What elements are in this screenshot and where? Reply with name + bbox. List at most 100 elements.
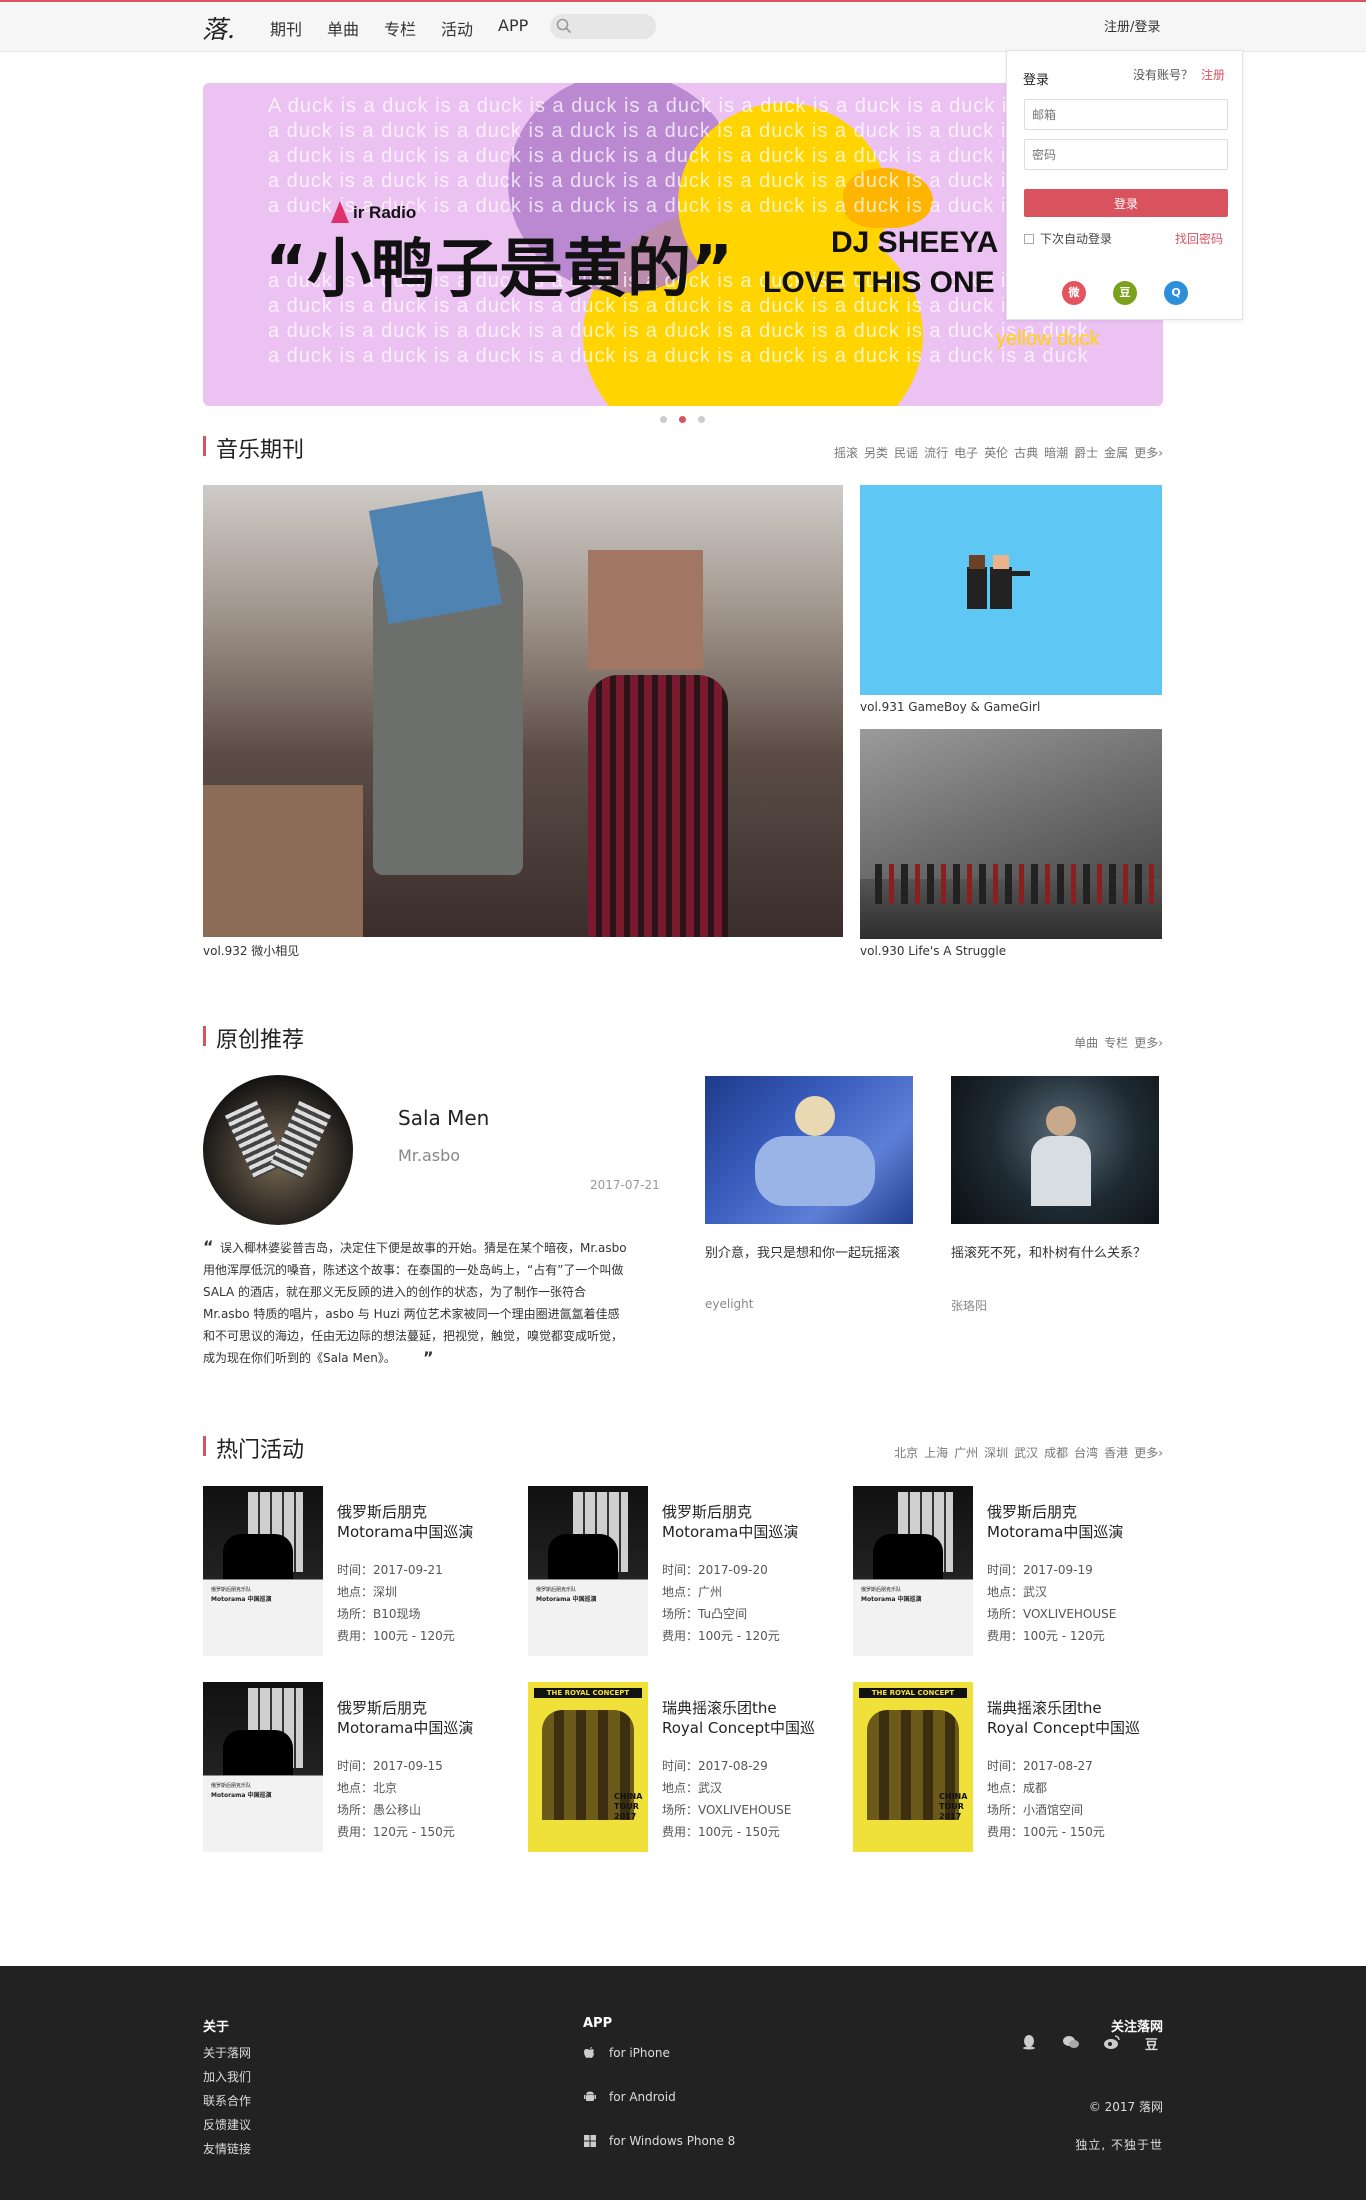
- cover-detail: [269, 1100, 332, 1180]
- poster-text: 俄罗斯后朋克乐队: [861, 1587, 902, 1593]
- quote-open-icon: “: [203, 1237, 214, 1256]
- event-poster[interactable]: 俄罗斯后朋克乐队 Motorama 中国巡演: [528, 1486, 648, 1656]
- featured-cover[interactable]: [203, 1075, 353, 1225]
- music-genre-links: 摇滚 另类 民谣 流行 电子 英伦 古典 暗潮 爵士 金属 更多›: [834, 444, 1163, 461]
- event-poster[interactable]: THE ROYAL CONCEPT CHINA TOUR 2017: [853, 1682, 973, 1852]
- issue-caption-931[interactable]: vol.931 GameBoy & GameGirl: [860, 700, 1040, 714]
- city-link[interactable]: 成都: [1044, 1444, 1068, 1461]
- genre-link[interactable]: 英伦: [984, 444, 1008, 461]
- event-title[interactable]: 俄罗斯后朋克 Motorama中国巡演: [662, 1502, 838, 1542]
- event-poster[interactable]: 俄罗斯后朋克乐队 Motorama 中国巡演: [203, 1486, 323, 1656]
- city-link[interactable]: 更多›: [1134, 1444, 1163, 1461]
- genre-link[interactable]: 古典: [1014, 444, 1038, 461]
- qq-icon[interactable]: [1021, 2034, 1037, 2050]
- footer-link[interactable]: 友情链接: [203, 2140, 251, 2157]
- category-link[interactable]: 单曲: [1074, 1034, 1098, 1051]
- footer-link[interactable]: 反馈建议: [203, 2116, 251, 2133]
- event-card[interactable]: 俄罗斯后朋克乐队 Motorama 中国巡演 俄罗斯后朋克 Motorama中国巡演时…: [203, 1682, 513, 1857]
- genre-link[interactable]: 更多›: [1134, 444, 1163, 461]
- weibo-icon[interactable]: [1103, 2034, 1121, 2050]
- event-card[interactable]: 俄罗斯后朋克乐队 Motorama 中国巡演 俄罗斯后朋克 Motorama中国巡演时…: [528, 1486, 838, 1661]
- issue-cover-932[interactable]: [203, 485, 843, 937]
- genre-link[interactable]: 爵士: [1074, 444, 1098, 461]
- event-title[interactable]: 瑞典摇滚乐团the Royal Concept中国巡: [662, 1698, 838, 1738]
- pixel-figure-legs: [967, 589, 987, 609]
- event-card[interactable]: THE ROYAL CONCEPT CHINA TOUR 2017 瑞典摇滚乐团the R…: [853, 1682, 1163, 1857]
- original-card-title[interactable]: 别介意，我只是想和你一起玩摇滚: [705, 1243, 913, 1264]
- category-link[interactable]: 更多›: [1134, 1034, 1163, 1051]
- app-link-windows-phone[interactable]: for Windows Phone 8: [583, 2134, 735, 2148]
- event-poster[interactable]: 俄罗斯后朋克乐队 Motorama 中国巡演: [203, 1682, 323, 1852]
- genre-link[interactable]: 流行: [924, 444, 948, 461]
- weibo-login-icon[interactable]: 微: [1062, 281, 1086, 305]
- search-icon[interactable]: [555, 17, 573, 35]
- nav-item-issues[interactable]: 期刊: [270, 16, 302, 40]
- email-field[interactable]: [1024, 99, 1228, 130]
- carousel-dot[interactable]: [660, 416, 667, 423]
- register-login-link[interactable]: 注册/登录: [1104, 16, 1160, 35]
- featured-artist[interactable]: Mr.asbo: [398, 1146, 460, 1165]
- city-link[interactable]: 深圳: [984, 1444, 1008, 1461]
- nav-item-app[interactable]: APP: [498, 16, 528, 35]
- genre-link[interactable]: 金属: [1104, 444, 1128, 461]
- issue-cover-931[interactable]: [860, 485, 1162, 695]
- site-logo[interactable]: 落.: [202, 10, 235, 46]
- event-title-line: Motorama中国巡演: [337, 1523, 474, 1541]
- cover-detail: [1031, 1136, 1091, 1206]
- wechat-icon[interactable]: [1062, 2034, 1080, 2050]
- event-title[interactable]: 俄罗斯后朋克 Motorama中国巡演: [337, 1698, 513, 1738]
- original-category-links: 单曲 专栏 更多›: [1074, 1034, 1163, 1051]
- issue-caption-930[interactable]: vol.930 Life's A Struggle: [860, 944, 1006, 958]
- footer-link[interactable]: 加入我们: [203, 2068, 251, 2085]
- event-poster[interactable]: THE ROYAL CONCEPT CHINA TOUR 2017: [528, 1682, 648, 1852]
- city-link[interactable]: 上海: [924, 1444, 948, 1461]
- qq-login-icon[interactable]: Q: [1164, 281, 1188, 305]
- app-link-label: for Windows Phone 8: [609, 2134, 736, 2148]
- event-title-line: Motorama中国巡演: [987, 1523, 1124, 1541]
- event-poster[interactable]: 俄罗斯后朋克乐队 Motorama 中国巡演: [853, 1486, 973, 1656]
- apple-icon: [584, 2047, 594, 2058]
- original-card-cover[interactable]: [951, 1076, 1159, 1224]
- issue-cover-930[interactable]: [860, 729, 1162, 939]
- original-card-author[interactable]: 张珞阳: [951, 1297, 987, 1314]
- featured-title[interactable]: Sala Men: [398, 1106, 489, 1130]
- city-link[interactable]: 广州: [954, 1444, 978, 1461]
- nav-item-events[interactable]: 活动: [441, 16, 473, 40]
- event-title[interactable]: 俄罗斯后朋克 Motorama中国巡演: [337, 1502, 513, 1542]
- genre-link[interactable]: 电子: [954, 444, 978, 461]
- app-link-android[interactable]: for Android: [583, 2090, 676, 2104]
- forgot-password-link[interactable]: 找回密码: [1175, 230, 1223, 247]
- nav-item-columns[interactable]: 专栏: [384, 16, 416, 40]
- register-link[interactable]: 注册: [1201, 66, 1225, 83]
- event-card[interactable]: 俄罗斯后朋克乐队 Motorama 中国巡演 俄罗斯后朋克 Motorama中国巡演时…: [853, 1486, 1163, 1661]
- genre-link[interactable]: 暗潮: [1044, 444, 1068, 461]
- app-link-iphone[interactable]: for iPhone: [583, 2046, 670, 2060]
- city-link[interactable]: 北京: [894, 1444, 918, 1461]
- original-card-author[interactable]: eyelight: [705, 1297, 753, 1311]
- event-card[interactable]: 俄罗斯后朋克乐队 Motorama 中国巡演 俄罗斯后朋克 Motorama中国巡演时…: [203, 1486, 513, 1661]
- douban-login-icon[interactable]: 豆: [1113, 281, 1137, 305]
- event-title[interactable]: 瑞典摇滚乐团the Royal Concept中国巡: [987, 1698, 1163, 1738]
- city-link[interactable]: 武汉: [1014, 1444, 1038, 1461]
- carousel-dot-active[interactable]: [679, 416, 686, 423]
- genre-link[interactable]: 民谣: [894, 444, 918, 461]
- original-card-cover[interactable]: [705, 1076, 913, 1224]
- original-card-title[interactable]: 摇滚死不死，和朴树有什么关系？: [951, 1243, 1159, 1264]
- event-title[interactable]: 俄罗斯后朋克 Motorama中国巡演: [987, 1502, 1163, 1542]
- category-link[interactable]: 专栏: [1104, 1034, 1128, 1051]
- login-button[interactable]: 登录: [1024, 189, 1228, 217]
- city-link[interactable]: 香港: [1104, 1444, 1128, 1461]
- footer-link[interactable]: 联系合作: [203, 2092, 251, 2109]
- remember-checkbox[interactable]: [1024, 234, 1034, 244]
- city-link[interactable]: 台湾: [1074, 1444, 1098, 1461]
- nav-item-singles[interactable]: 单曲: [327, 16, 359, 40]
- douban-icon[interactable]: 豆: [1145, 2034, 1158, 2053]
- event-venue: 场所：B10现场: [337, 1607, 421, 1621]
- genre-link[interactable]: 另类: [864, 444, 888, 461]
- carousel-dot[interactable]: [698, 416, 705, 423]
- footer-link[interactable]: 关于落网: [203, 2044, 251, 2061]
- genre-link[interactable]: 摇滚: [834, 444, 858, 461]
- event-card[interactable]: THE ROYAL CONCEPT CHINA TOUR 2017 瑞典摇滚乐团the R…: [528, 1682, 838, 1857]
- issue-caption-932[interactable]: vol.932 微小相见: [203, 942, 299, 959]
- password-field[interactable]: [1024, 139, 1228, 170]
